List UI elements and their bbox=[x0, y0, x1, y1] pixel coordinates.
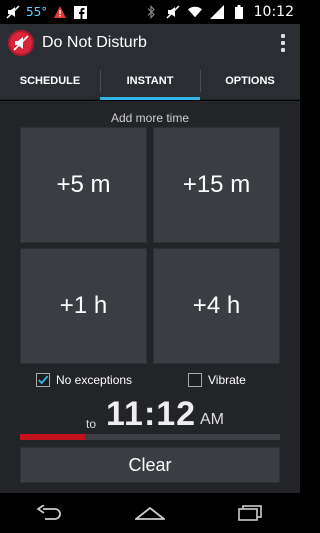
silent-mode-icon bbox=[6, 5, 20, 19]
add-1-hour-button[interactable]: +1 h bbox=[20, 248, 147, 364]
vibrate-option[interactable]: Vibrate bbox=[188, 373, 246, 387]
overflow-menu-icon[interactable] bbox=[274, 31, 292, 55]
tab-schedule[interactable]: SCHEDULE bbox=[0, 62, 100, 99]
to-label: to bbox=[86, 417, 97, 431]
vibrate-label: Vibrate bbox=[208, 373, 246, 387]
time-progress-fill bbox=[20, 434, 85, 440]
add-more-time-label: Add more time bbox=[110, 111, 190, 125]
no-exceptions-label: No exceptions bbox=[56, 373, 133, 387]
do-not-disturb-app-icon[interactable] bbox=[8, 30, 34, 56]
recent-apps-icon[interactable] bbox=[230, 498, 270, 528]
instant-panel: Add more time +5 m +15 m +1 h +4 h No ex… bbox=[0, 101, 300, 493]
options-row: No exceptions Vibrate bbox=[0, 373, 300, 391]
tab-options[interactable]: OPTIONS bbox=[200, 62, 300, 99]
add-15-minutes-button[interactable]: +15 m bbox=[153, 127, 280, 243]
tab-instant[interactable]: INSTANT bbox=[100, 62, 200, 100]
navigation-bar bbox=[0, 493, 300, 533]
facebook-icon bbox=[73, 5, 87, 19]
add-5-minutes-button[interactable]: +5 m bbox=[20, 127, 147, 243]
warning-icon bbox=[53, 5, 67, 19]
signal-icon bbox=[209, 5, 224, 19]
battery-icon bbox=[232, 5, 246, 19]
app-title: Do Not Disturb bbox=[42, 34, 147, 51]
bluetooth-icon bbox=[144, 5, 158, 19]
back-icon[interactable] bbox=[30, 498, 70, 528]
no-exceptions-option[interactable]: No exceptions bbox=[36, 373, 132, 387]
silent-mode-icon-2 bbox=[166, 5, 180, 19]
temperature-label: 55° bbox=[26, 5, 48, 19]
add-4-hours-button[interactable]: +4 h bbox=[153, 248, 280, 364]
status-clock: 10:12 bbox=[253, 4, 294, 20]
clear-button[interactable]: Clear bbox=[20, 447, 280, 483]
end-time: 11:12 bbox=[106, 395, 197, 433]
status-bar: 55° 10:12 bbox=[0, 0, 300, 24]
wifi-icon bbox=[187, 5, 202, 19]
time-progress-bar bbox=[20, 434, 280, 440]
action-bar: Do Not Disturb bbox=[0, 24, 300, 62]
no-exceptions-checkbox[interactable] bbox=[36, 373, 50, 387]
home-icon[interactable] bbox=[130, 498, 170, 528]
am-pm-label: AM bbox=[200, 411, 224, 428]
tab-bar: SCHEDULE INSTANT OPTIONS bbox=[0, 62, 300, 100]
end-time-display: to 11:12 AM bbox=[0, 395, 300, 435]
vibrate-checkbox[interactable] bbox=[188, 373, 202, 387]
